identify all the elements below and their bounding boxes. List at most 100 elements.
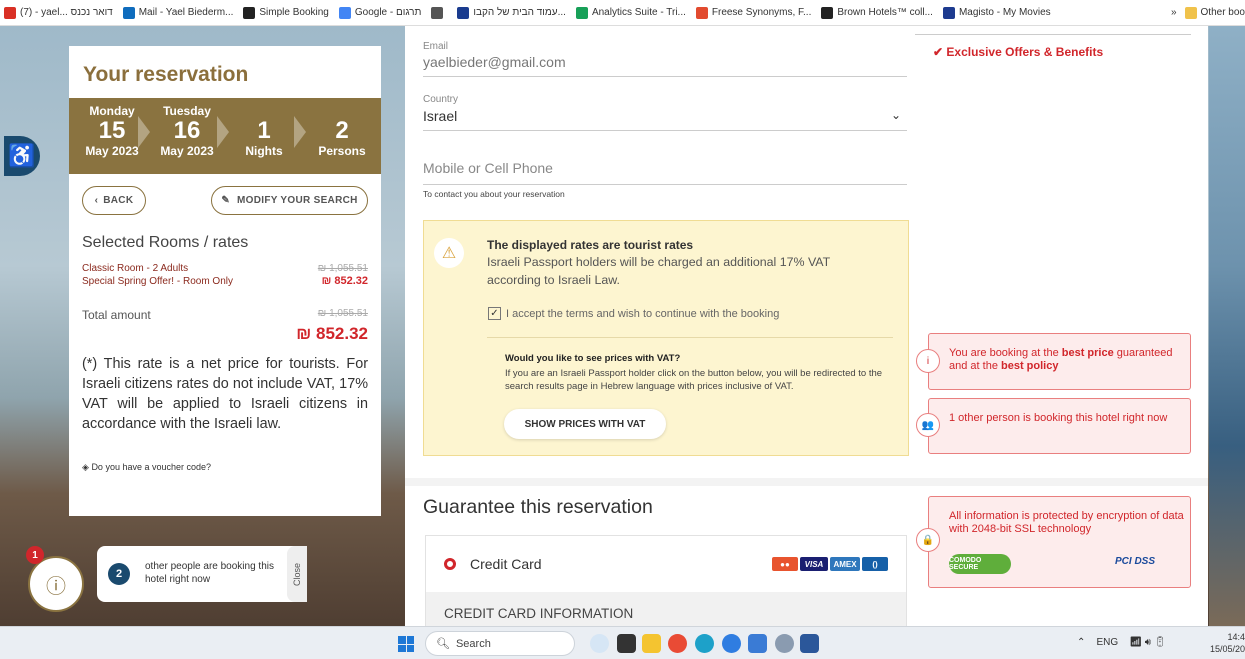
pencil-icon: ✎: [221, 195, 231, 206]
bookmark-item[interactable]: (7) - yael... דואר נכנס: [4, 6, 113, 19]
accept-terms-checkbox[interactable]: ✓ I accept the terms and wish to continu…: [488, 307, 779, 320]
country-underline: [423, 130, 907, 131]
mastercard-icon: ●●: [772, 557, 798, 571]
taskbar-search[interactable]: 🔍︎ Search: [425, 631, 575, 656]
bookmark-item[interactable]: [431, 6, 447, 19]
bookmark-item[interactable]: Mail - Yael Biederm...: [122, 6, 233, 19]
windows-taskbar: 🔍︎ Search ⌃ ENG 📶︎ 🔊︎ 🔋︎ 14:4 15/05/202: [0, 626, 1245, 659]
taskbar-search-label: Search: [455, 637, 491, 650]
clock[interactable]: 14:4 15/05/202: [1210, 631, 1245, 655]
wifi-icon[interactable]: 📶︎: [1129, 637, 1142, 648]
total-price: ₪ 852.32: [296, 324, 368, 343]
language-indicator[interactable]: ENG: [1097, 637, 1119, 648]
nights-count: 1 Nights: [239, 104, 289, 159]
bookmark-label: (7) - yael... דואר נכנס: [20, 7, 113, 18]
chevron-up-icon[interactable]: ⌃: [1077, 637, 1085, 648]
word-icon[interactable]: [800, 634, 819, 653]
bookmark-item[interactable]: Magisto - My Movies: [942, 6, 1051, 19]
back-button[interactable]: ‹ BACK: [82, 186, 146, 215]
modify-search-label: MODIFY YOUR SEARCH: [237, 195, 358, 206]
visa-icon: VISA: [800, 557, 828, 571]
offer-label: Special Spring Offer! - Room Only: [82, 276, 233, 287]
chrome-icon[interactable]: [668, 634, 687, 653]
total-row: Total amount ₪ 1,055.51: [82, 308, 368, 322]
teams-icon[interactable]: [748, 634, 767, 653]
show-prices-with-vat-button[interactable]: SHOW PRICES WITH VAT: [504, 409, 666, 439]
booking-form: Email yaelbieder@gmail.com Country Israe…: [405, 26, 1208, 627]
best-price-text: You are booking at the best price guaran…: [949, 347, 1185, 373]
reservation-actions: ‹ BACK ✎ MODIFY YOUR SEARCH: [69, 174, 381, 222]
vat-question: Would you like to see prices with VAT?: [505, 353, 681, 364]
credit-card-option[interactable]: Credit Card ●● VISA AMEX (): [426, 536, 906, 592]
checkbox-checked-icon[interactable]: ✓: [488, 307, 501, 320]
rooms-heading: Selected Rooms / rates: [82, 234, 249, 251]
email-label: Email: [423, 41, 449, 52]
battery-icon[interactable]: 🔋︎: [1154, 637, 1167, 648]
best-price-bold: best price: [1061, 347, 1114, 359]
windows-start-icon[interactable]: [398, 636, 414, 652]
b-icon: [457, 6, 470, 19]
bookmark-label: Simple Booking: [259, 7, 329, 18]
bookmark-item[interactable]: Simple Booking: [243, 6, 329, 19]
background-right-strip: [1209, 26, 1245, 626]
outlook-icon: [122, 6, 135, 19]
bookmark-item[interactable]: Google - תרגום: [338, 6, 421, 19]
modify-search-button[interactable]: ✎ MODIFY YOUR SEARCH: [211, 186, 368, 215]
nights-label: Nights: [245, 144, 283, 158]
other-bookmarks[interactable]: Other boo: [1184, 6, 1245, 19]
comodo-secure-badge: COMODO SECURE: [949, 554, 1011, 574]
chevron-down-icon[interactable]: ⌄: [891, 108, 901, 122]
brown-icon: [821, 6, 834, 19]
globe-icon: [431, 6, 444, 19]
settings-icon[interactable]: [775, 634, 794, 653]
bookmark-item[interactable]: Brown Hotels™ coll...: [821, 6, 933, 19]
chevron-right-icon: [217, 116, 229, 148]
analytics-icon: [575, 6, 588, 19]
clock-time: 14:4: [1227, 632, 1245, 642]
nights-value: 1: [257, 117, 271, 144]
checkin-month: May 2023: [85, 144, 139, 158]
email-field[interactable]: yaelbieder@gmail.com: [423, 54, 566, 70]
system-tray: ⌃ ENG 📶︎ 🔊︎ 🔋︎: [1077, 637, 1167, 648]
diners-icon: (): [862, 557, 888, 571]
voucher-label: Do you have a voucher code?: [91, 462, 212, 472]
best-price-box: i You are booking at the best price guar…: [916, 333, 1191, 390]
room-line: Classic Room - 2 Adults ₪ 1,055.51: [82, 262, 368, 275]
checkout-day: Tuesday: [163, 104, 211, 118]
bookmark-label: Brown Hotels™ coll...: [837, 7, 933, 18]
best-price-text-part: You are booking at the: [949, 347, 1062, 359]
tourist-rate-note: (*) This rate is a net price for tourist…: [82, 356, 368, 432]
info-icon: i: [916, 349, 940, 373]
chevron-right-icon: [294, 116, 306, 148]
chat-icon[interactable]: ⓘ: [28, 556, 84, 612]
room-old-price: ₪ 1,055.51: [317, 263, 368, 274]
edge-icon[interactable]: [695, 634, 714, 653]
checkin-day: Monday: [89, 104, 135, 118]
phone-field[interactable]: Mobile or Cell Phone: [423, 160, 553, 176]
bookmark-item[interactable]: Freese Synonyms, F...: [695, 6, 812, 19]
app-icon[interactable]: [722, 634, 741, 653]
bookmark-label: Freese Synonyms, F...: [711, 7, 812, 18]
volume-icon[interactable]: 🔊︎: [1145, 637, 1151, 648]
bookmark-item[interactable]: Analytics Suite - Tri...: [575, 6, 686, 19]
bookmark-item[interactable]: עמוד הבית של הקבו...: [457, 6, 566, 19]
popup-close-button[interactable]: Close: [287, 546, 307, 602]
phone-underline: [423, 184, 907, 185]
magisto-icon: [942, 6, 955, 19]
voucher-link[interactable]: ◈ Do you have a voucher code?: [82, 462, 368, 473]
selected-rooms: Selected Rooms / rates Classic Room - 2 …: [69, 222, 381, 473]
back-button-label: BACK: [103, 195, 134, 206]
guarantee-title: Guarantee this reservation: [423, 496, 653, 518]
checkout-date: Tuesday 16 May 2023: [157, 104, 217, 158]
pci-dss-logo: PCI DSS: [1115, 556, 1156, 567]
checkout-day-number: 16: [173, 117, 201, 144]
credit-card-info-heading: CREDIT CARD INFORMATION: [426, 592, 906, 627]
country-select[interactable]: Israel: [423, 108, 457, 124]
bookmarks-more-button[interactable]: »: [1171, 7, 1177, 18]
folder-icon: [1184, 6, 1197, 19]
checkmark-icon: ✔: [933, 45, 944, 59]
bing-icon[interactable]: [590, 634, 609, 653]
file-explorer-icon[interactable]: [642, 634, 661, 653]
radio-selected-icon[interactable]: [444, 558, 456, 570]
task-view-icon[interactable]: [617, 634, 636, 653]
